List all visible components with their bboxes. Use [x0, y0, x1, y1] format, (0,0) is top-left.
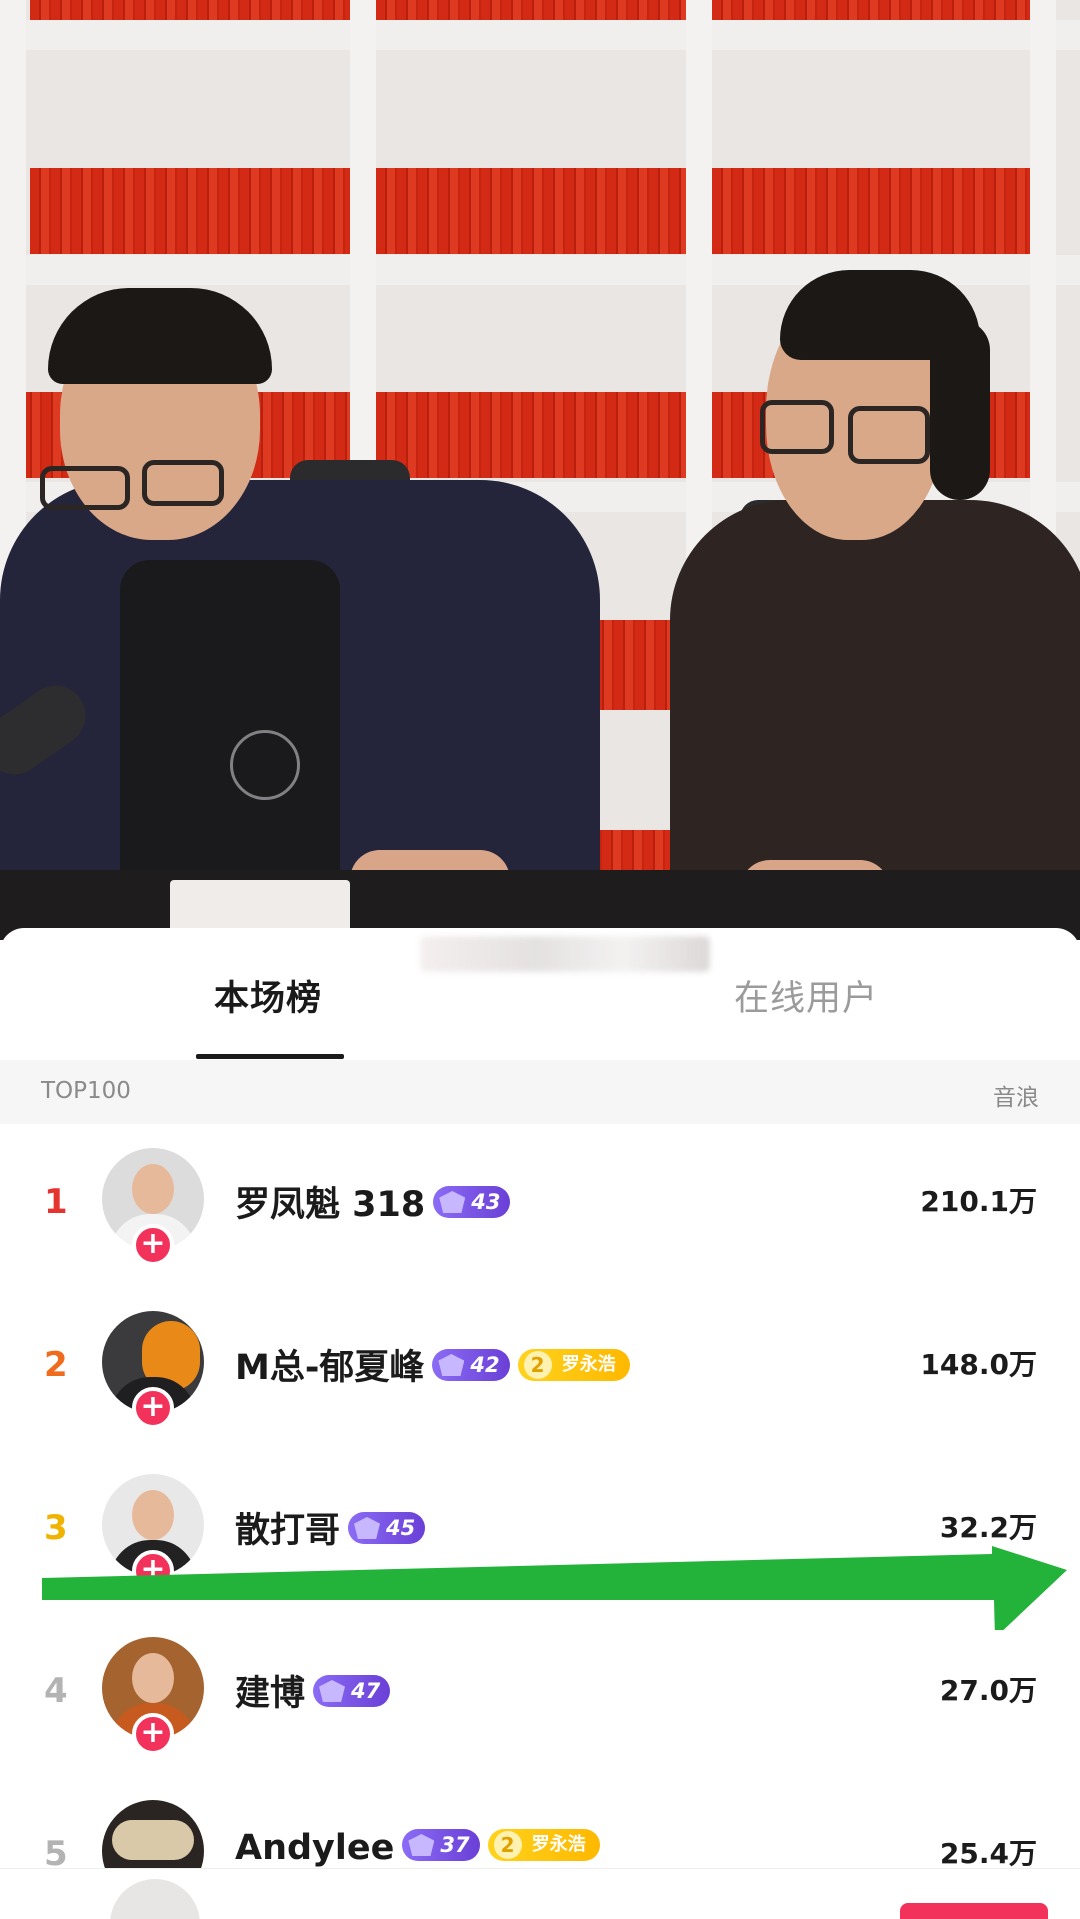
gem-icon [408, 1834, 435, 1856]
fan-level: 2 [493, 1831, 522, 1859]
score-value: 148.0万 [920, 1348, 1037, 1381]
user-name-line: Andylee 37 2 罗永浩 [235, 1828, 600, 1868]
user-name-line: 建博 47 [235, 1665, 391, 1716]
fan-club-name: 罗永浩 [531, 1834, 586, 1855]
user-name-line: 罗凤魁 318 43 [235, 1176, 511, 1227]
user-name-line: M总-郁夏峰 42 2 罗永浩 [235, 1339, 630, 1390]
arrow-right-icon [42, 1546, 1067, 1630]
tab-online-users[interactable]: 在线用户 [734, 970, 878, 1021]
user-name: Andylee [235, 1828, 395, 1868]
level-badge: 42 [432, 1349, 510, 1381]
score-value: 25.4万 [939, 1837, 1037, 1870]
list-item[interactable]: 1 + 罗凤魁 318 43 210.1万 [0, 1124, 1080, 1287]
tab-bar: 本场榜 在线用户 [0, 928, 1080, 1060]
gem-icon [354, 1517, 381, 1539]
score-value: 210.1万 [920, 1185, 1037, 1218]
score-value: 27.0万 [939, 1674, 1037, 1707]
fan-club-badge: 2 罗永浩 [517, 1349, 630, 1381]
list-item[interactable]: 4 + 建博 47 27.0万 [0, 1613, 1080, 1776]
active-tab-indicator [196, 1054, 344, 1059]
live-video[interactable] [0, 0, 1080, 940]
action-button[interactable] [900, 1903, 1048, 1919]
list-item[interactable]: 2 + M总-郁夏峰 42 2 罗永浩 148.0万 [0, 1287, 1080, 1450]
avatar[interactable] [110, 1879, 200, 1919]
rank-number: 2 [44, 1345, 68, 1385]
follow-button[interactable]: + [132, 1224, 174, 1266]
fan-level: 2 [523, 1351, 552, 1379]
level-badge: 47 [313, 1675, 391, 1707]
leaderboard-sheet: 本场榜 在线用户 TOP100 音浪 1 + 罗凤魁 318 43 210.1万 … [0, 928, 1080, 1919]
user-name: M总-郁夏峰 [235, 1348, 425, 1388]
user-name: 建博 [235, 1674, 306, 1714]
rank-number: 4 [44, 1671, 68, 1711]
tab-current-ranking[interactable]: 本场榜 [214, 970, 322, 1021]
gem-icon [439, 1191, 466, 1213]
follow-button[interactable]: + [132, 1387, 174, 1429]
list-header-label: TOP100 [41, 1078, 131, 1104]
level-badge: 43 [433, 1186, 511, 1218]
list-header-score-label: 音浪 [993, 1085, 1039, 1111]
gem-icon [319, 1680, 346, 1702]
user-name: 罗凤魁 318 [235, 1185, 426, 1225]
rank-number: 1 [44, 1182, 68, 1222]
fan-club-badge: 2 罗永浩 [487, 1829, 600, 1861]
list-header: TOP100 音浪 [0, 1060, 1080, 1124]
fan-club-name: 罗永浩 [561, 1354, 616, 1375]
level-badge: 37 [402, 1829, 480, 1861]
bottom-bar [0, 1868, 1080, 1919]
follow-button[interactable]: + [132, 1713, 174, 1755]
gem-icon [438, 1354, 465, 1376]
